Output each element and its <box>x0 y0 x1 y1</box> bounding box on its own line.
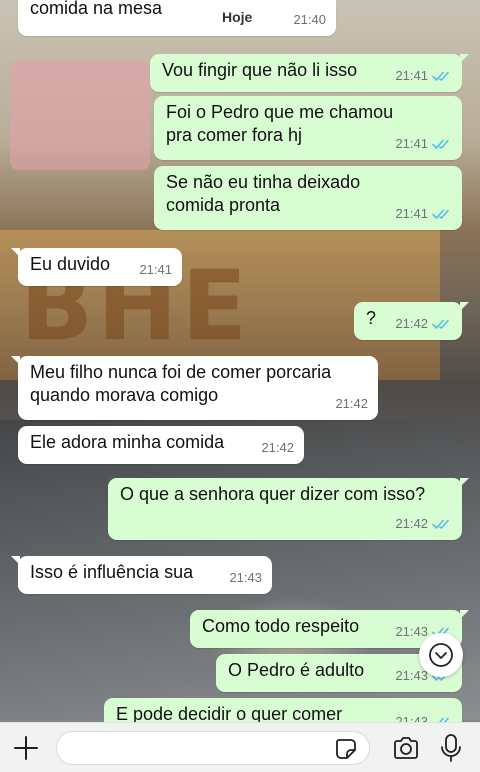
message-text: Meu filho nunca foi de comer porcaria qu… <box>30 362 332 405</box>
chevron-down-icon <box>429 643 453 667</box>
read-receipt-icon <box>432 209 449 219</box>
message-text: Vou fingir que não li isso <box>162 60 358 80</box>
read-receipt-icon <box>432 319 449 329</box>
message-time: 21:40 <box>293 12 326 27</box>
message-input[interactable] <box>56 731 370 765</box>
message-text: Como todo respeito <box>202 616 360 636</box>
message-text: Eu duvido <box>30 254 111 274</box>
message-text: O que a senhora quer dizer com isso? <box>120 484 426 504</box>
sticker-icon[interactable] <box>334 737 358 761</box>
message-meta: 21:40 <box>293 8 326 31</box>
message-time: 21:42 <box>261 440 294 455</box>
message-text: Ele adora minha comida <box>30 432 225 452</box>
message-list: comida na mesa 21:40 Hoje Vou fingir que… <box>0 0 480 772</box>
message-incoming[interactable]: Eu duvido 21:41 <box>11 248 182 286</box>
message-time: 21:41 <box>395 68 428 83</box>
message-outgoing[interactable]: ? 21:42 <box>354 302 469 340</box>
message-time: 21:41 <box>395 206 428 221</box>
message-text: O Pedro é adulto <box>228 660 365 680</box>
message-time: 21:41 <box>395 136 428 151</box>
message-meta: 21:42 <box>261 436 294 459</box>
message-text: ? <box>366 308 377 328</box>
message-time: 21:42 <box>395 516 428 531</box>
read-receipt-icon <box>432 139 449 149</box>
read-receipt-icon <box>432 71 449 81</box>
message-meta: 21:41 <box>139 258 172 281</box>
message-incoming[interactable]: comida na mesa 21:40 <box>18 0 336 36</box>
message-meta: 21:43 <box>229 566 262 589</box>
plus-icon[interactable] <box>12 734 40 762</box>
message-meta: 21:41 <box>395 132 452 155</box>
message-text: comida na mesa <box>30 0 163 18</box>
message-time: 21:42 <box>395 316 428 331</box>
message-text: Se não eu tinha deixado comida pronta <box>166 172 361 215</box>
message-time: 21:41 <box>139 262 172 277</box>
message-meta: 21:42 <box>395 312 452 335</box>
message-outgoing[interactable]: Vou fingir que não li isso 21:41 <box>150 54 469 92</box>
message-meta: 21:42 <box>335 392 368 415</box>
message-outgoing[interactable]: Foi o Pedro que me chamou pra comer fora… <box>154 96 462 160</box>
message-incoming[interactable]: Ele adora minha comida 21:42 <box>18 426 304 464</box>
message-meta: 21:42 <box>395 512 452 535</box>
message-outgoing[interactable]: Como todo respeito 21:43 <box>190 610 469 648</box>
message-incoming[interactable]: Meu filho nunca foi de comer porcaria qu… <box>11 356 378 420</box>
message-outgoing[interactable]: Se não eu tinha deixado comida pronta 21… <box>154 166 462 230</box>
message-text: Foi o Pedro que me chamou pra comer fora… <box>166 102 394 145</box>
message-text: Isso é influência sua <box>30 562 194 582</box>
date-separator: Hoje <box>210 5 265 29</box>
message-time: 21:42 <box>335 396 368 411</box>
microphone-icon[interactable] <box>440 733 462 763</box>
message-time: 21:43 <box>229 570 262 585</box>
message-incoming[interactable]: Isso é influência sua 21:43 <box>11 556 272 594</box>
read-receipt-icon <box>432 519 449 529</box>
message-outgoing[interactable]: O que a senhora quer dizer com isso? 21:… <box>108 478 469 540</box>
camera-icon[interactable] <box>392 735 420 761</box>
message-meta: 21:41 <box>395 202 452 225</box>
message-time: 21:43 <box>395 624 428 639</box>
message-composer <box>0 722 480 772</box>
message-meta: 21:41 <box>395 64 452 87</box>
message-text: E pode decidir o quer comer <box>116 704 343 724</box>
scroll-to-bottom-button[interactable] <box>419 633 463 677</box>
